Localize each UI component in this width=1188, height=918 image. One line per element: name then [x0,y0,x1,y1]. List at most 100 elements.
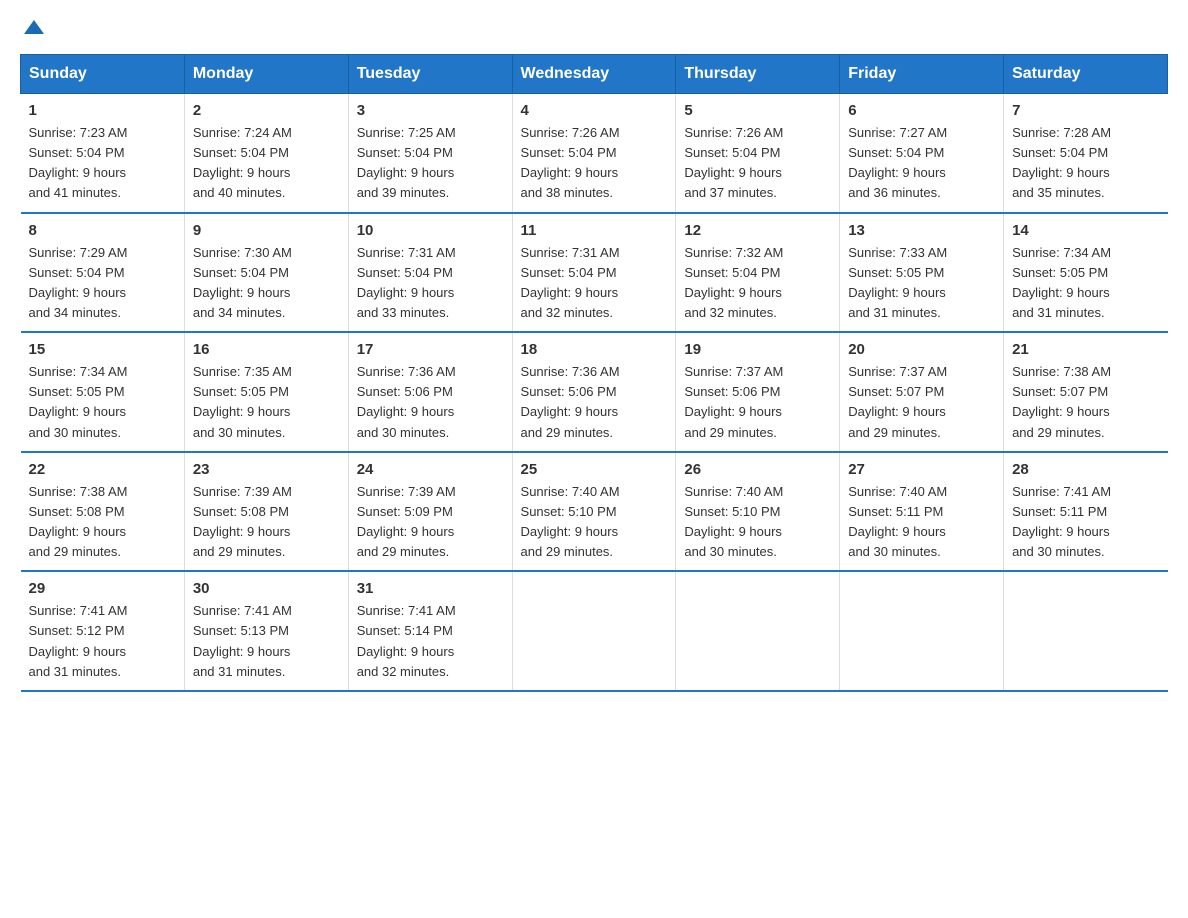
day-info: Sunrise: 7:41 AM Sunset: 5:11 PM Dayligh… [1012,482,1159,563]
page-header [20,20,1168,34]
day-info: Sunrise: 7:36 AM Sunset: 5:06 PM Dayligh… [357,362,504,443]
header-saturday: Saturday [1004,55,1168,94]
day-number: 13 [848,222,995,239]
calendar-cell: 13 Sunrise: 7:33 AM Sunset: 5:05 PM Dayl… [840,213,1004,333]
day-number: 16 [193,341,340,358]
week-row-5: 29 Sunrise: 7:41 AM Sunset: 5:12 PM Dayl… [21,571,1168,691]
calendar-cell [512,571,676,691]
calendar-table: SundayMondayTuesdayWednesdayThursdayFrid… [20,54,1168,692]
day-number: 6 [848,102,995,119]
calendar-cell [676,571,840,691]
day-info: Sunrise: 7:23 AM Sunset: 5:04 PM Dayligh… [29,123,176,204]
header-tuesday: Tuesday [348,55,512,94]
calendar-cell: 15 Sunrise: 7:34 AM Sunset: 5:05 PM Dayl… [21,332,185,452]
day-number: 20 [848,341,995,358]
calendar-cell: 25 Sunrise: 7:40 AM Sunset: 5:10 PM Dayl… [512,452,676,572]
day-info: Sunrise: 7:40 AM Sunset: 5:11 PM Dayligh… [848,482,995,563]
calendar-cell: 4 Sunrise: 7:26 AM Sunset: 5:04 PM Dayli… [512,94,676,213]
day-info: Sunrise: 7:40 AM Sunset: 5:10 PM Dayligh… [521,482,668,563]
day-info: Sunrise: 7:28 AM Sunset: 5:04 PM Dayligh… [1012,123,1159,204]
calendar-cell: 8 Sunrise: 7:29 AM Sunset: 5:04 PM Dayli… [21,213,185,333]
day-number: 14 [1012,222,1159,239]
calendar-cell: 2 Sunrise: 7:24 AM Sunset: 5:04 PM Dayli… [184,94,348,213]
calendar-cell: 21 Sunrise: 7:38 AM Sunset: 5:07 PM Dayl… [1004,332,1168,452]
day-number: 30 [193,580,340,597]
calendar-cell: 20 Sunrise: 7:37 AM Sunset: 5:07 PM Dayl… [840,332,1004,452]
week-row-4: 22 Sunrise: 7:38 AM Sunset: 5:08 PM Dayl… [21,452,1168,572]
calendar-header-row: SundayMondayTuesdayWednesdayThursdayFrid… [21,55,1168,94]
header-friday: Friday [840,55,1004,94]
calendar-cell [1004,571,1168,691]
day-info: Sunrise: 7:39 AM Sunset: 5:09 PM Dayligh… [357,482,504,563]
day-number: 25 [521,461,668,478]
day-info: Sunrise: 7:41 AM Sunset: 5:13 PM Dayligh… [193,601,340,682]
day-info: Sunrise: 7:38 AM Sunset: 5:08 PM Dayligh… [29,482,176,563]
day-info: Sunrise: 7:34 AM Sunset: 5:05 PM Dayligh… [1012,243,1159,324]
day-number: 19 [684,341,831,358]
calendar-cell: 9 Sunrise: 7:30 AM Sunset: 5:04 PM Dayli… [184,213,348,333]
day-info: Sunrise: 7:24 AM Sunset: 5:04 PM Dayligh… [193,123,340,204]
day-number: 10 [357,222,504,239]
calendar-cell: 14 Sunrise: 7:34 AM Sunset: 5:05 PM Dayl… [1004,213,1168,333]
day-number: 15 [29,341,176,358]
day-number: 2 [193,102,340,119]
day-number: 24 [357,461,504,478]
day-number: 21 [1012,341,1159,358]
day-number: 4 [521,102,668,119]
day-number: 5 [684,102,831,119]
day-info: Sunrise: 7:39 AM Sunset: 5:08 PM Dayligh… [193,482,340,563]
logo [20,20,44,34]
day-info: Sunrise: 7:36 AM Sunset: 5:06 PM Dayligh… [521,362,668,443]
day-info: Sunrise: 7:29 AM Sunset: 5:04 PM Dayligh… [29,243,176,324]
day-number: 18 [521,341,668,358]
day-info: Sunrise: 7:32 AM Sunset: 5:04 PM Dayligh… [684,243,831,324]
calendar-cell: 31 Sunrise: 7:41 AM Sunset: 5:14 PM Dayl… [348,571,512,691]
day-info: Sunrise: 7:37 AM Sunset: 5:06 PM Dayligh… [684,362,831,443]
day-info: Sunrise: 7:30 AM Sunset: 5:04 PM Dayligh… [193,243,340,324]
day-number: 17 [357,341,504,358]
day-number: 29 [29,580,176,597]
day-info: Sunrise: 7:38 AM Sunset: 5:07 PM Dayligh… [1012,362,1159,443]
calendar-cell: 19 Sunrise: 7:37 AM Sunset: 5:06 PM Dayl… [676,332,840,452]
calendar-cell: 16 Sunrise: 7:35 AM Sunset: 5:05 PM Dayl… [184,332,348,452]
calendar-cell: 23 Sunrise: 7:39 AM Sunset: 5:08 PM Dayl… [184,452,348,572]
day-info: Sunrise: 7:35 AM Sunset: 5:05 PM Dayligh… [193,362,340,443]
day-number: 3 [357,102,504,119]
calendar-cell: 18 Sunrise: 7:36 AM Sunset: 5:06 PM Dayl… [512,332,676,452]
header-monday: Monday [184,55,348,94]
calendar-cell: 5 Sunrise: 7:26 AM Sunset: 5:04 PM Dayli… [676,94,840,213]
calendar-cell: 29 Sunrise: 7:41 AM Sunset: 5:12 PM Dayl… [21,571,185,691]
calendar-cell: 27 Sunrise: 7:40 AM Sunset: 5:11 PM Dayl… [840,452,1004,572]
header-thursday: Thursday [676,55,840,94]
calendar-cell: 26 Sunrise: 7:40 AM Sunset: 5:10 PM Dayl… [676,452,840,572]
calendar-cell: 1 Sunrise: 7:23 AM Sunset: 5:04 PM Dayli… [21,94,185,213]
day-info: Sunrise: 7:25 AM Sunset: 5:04 PM Dayligh… [357,123,504,204]
calendar-cell: 12 Sunrise: 7:32 AM Sunset: 5:04 PM Dayl… [676,213,840,333]
logo-triangle-icon [24,20,44,34]
day-number: 9 [193,222,340,239]
day-number: 26 [684,461,831,478]
day-info: Sunrise: 7:31 AM Sunset: 5:04 PM Dayligh… [521,243,668,324]
week-row-3: 15 Sunrise: 7:34 AM Sunset: 5:05 PM Dayl… [21,332,1168,452]
header-sunday: Sunday [21,55,185,94]
day-info: Sunrise: 7:34 AM Sunset: 5:05 PM Dayligh… [29,362,176,443]
day-info: Sunrise: 7:26 AM Sunset: 5:04 PM Dayligh… [684,123,831,204]
day-number: 8 [29,222,176,239]
calendar-cell [840,571,1004,691]
day-info: Sunrise: 7:40 AM Sunset: 5:10 PM Dayligh… [684,482,831,563]
calendar-cell: 28 Sunrise: 7:41 AM Sunset: 5:11 PM Dayl… [1004,452,1168,572]
day-info: Sunrise: 7:37 AM Sunset: 5:07 PM Dayligh… [848,362,995,443]
header-wednesday: Wednesday [512,55,676,94]
calendar-cell: 30 Sunrise: 7:41 AM Sunset: 5:13 PM Dayl… [184,571,348,691]
day-info: Sunrise: 7:27 AM Sunset: 5:04 PM Dayligh… [848,123,995,204]
calendar-cell: 22 Sunrise: 7:38 AM Sunset: 5:08 PM Dayl… [21,452,185,572]
day-info: Sunrise: 7:33 AM Sunset: 5:05 PM Dayligh… [848,243,995,324]
day-info: Sunrise: 7:41 AM Sunset: 5:14 PM Dayligh… [357,601,504,682]
week-row-1: 1 Sunrise: 7:23 AM Sunset: 5:04 PM Dayli… [21,94,1168,213]
day-info: Sunrise: 7:26 AM Sunset: 5:04 PM Dayligh… [521,123,668,204]
day-number: 28 [1012,461,1159,478]
calendar-cell: 17 Sunrise: 7:36 AM Sunset: 5:06 PM Dayl… [348,332,512,452]
calendar-cell: 7 Sunrise: 7:28 AM Sunset: 5:04 PM Dayli… [1004,94,1168,213]
day-number: 22 [29,461,176,478]
day-number: 11 [521,222,668,239]
